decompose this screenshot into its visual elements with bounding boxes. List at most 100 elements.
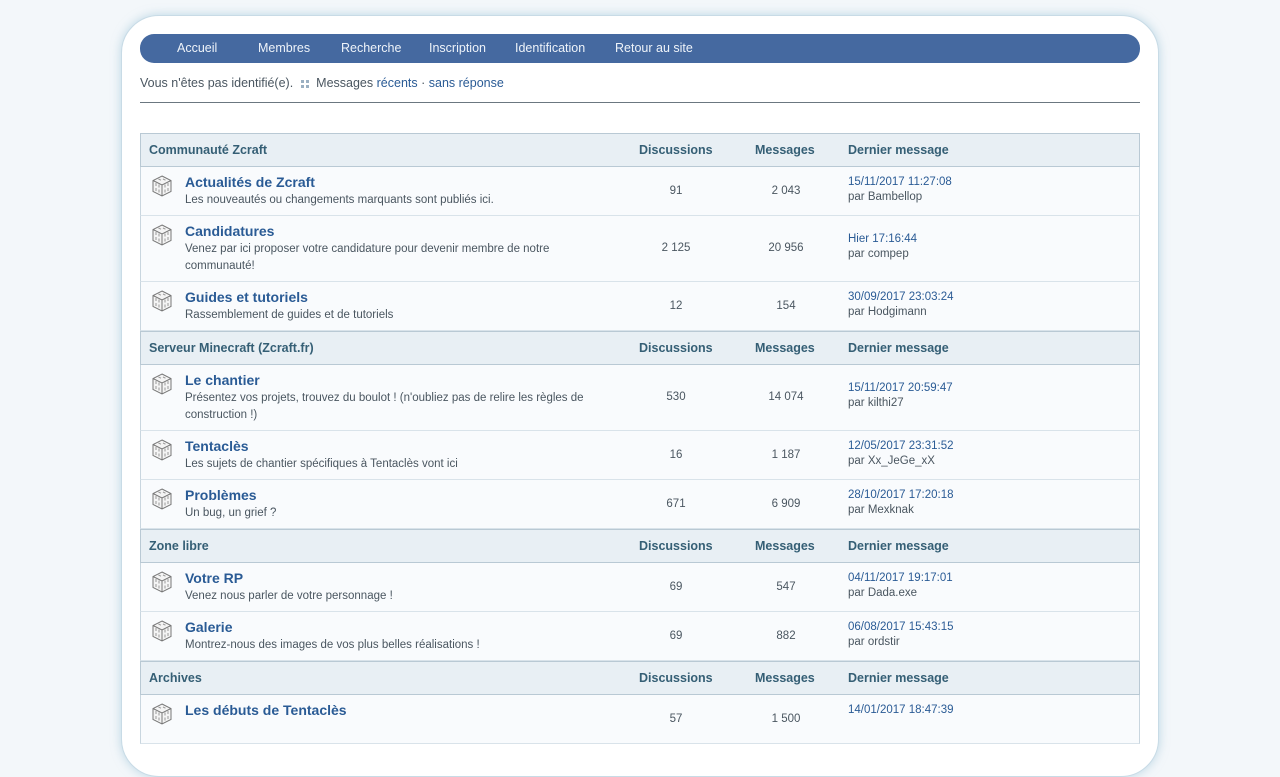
login-status-text: Vous n'êtes pas identifié(e). xyxy=(140,76,294,90)
forum-row: Tentaclès Les sujets de chantier spécifiq… xyxy=(140,431,1140,480)
last-post-author: par ordstir xyxy=(848,636,900,648)
forum-cube-icon xyxy=(150,570,174,594)
messages-count: 154 xyxy=(776,300,796,312)
column-last-post: Dernier message xyxy=(848,341,949,355)
category-title[interactable]: Archives xyxy=(149,662,202,695)
last-post-info: 04/11/2017 19:17:01 par Dada.exe xyxy=(848,571,953,601)
category-header: Zone libre Discussions Messages Dernier mes… xyxy=(140,529,1140,563)
forum-title-link[interactable]: Actualités de Zcraft xyxy=(185,174,315,190)
column-last-post: Dernier message xyxy=(848,539,949,553)
column-messages: Messages xyxy=(755,143,815,157)
category-title[interactable]: Communauté Zcraft xyxy=(149,134,267,167)
column-last-post: Dernier message xyxy=(848,143,949,157)
last-post-date-link[interactable]: 06/08/2017 15:43:15 xyxy=(848,620,954,635)
last-post-author: par Hodgimann xyxy=(848,306,927,318)
forum-title-link[interactable]: Galerie xyxy=(185,619,232,635)
last-post-info: 12/05/2017 23:31:52 par Xx_JeGe_xX xyxy=(848,439,954,469)
forum-cube-icon xyxy=(150,619,174,643)
last-post-date-link[interactable]: 14/01/2017 18:47:39 xyxy=(848,703,954,718)
forum-title-link[interactable]: Guides et tutoriels xyxy=(185,289,308,305)
nav-identification[interactable]: Identification xyxy=(515,34,585,63)
forum-description: Les sujets de chantier spécifiques à Ten… xyxy=(185,458,458,470)
messages-count: 2 043 xyxy=(771,185,801,197)
last-post-info: 30/09/2017 23:03:24 par Hodgimann xyxy=(848,290,954,320)
nav-inscription[interactable]: Inscription xyxy=(429,34,486,63)
last-post-author: par Bambellop xyxy=(848,191,923,203)
forum-cube-icon xyxy=(150,438,174,462)
nav-recherche[interactable]: Recherche xyxy=(341,34,401,63)
forum-cube-icon xyxy=(150,702,174,726)
column-last-post: Dernier message xyxy=(848,671,949,685)
category-title[interactable]: Zone libre xyxy=(149,530,209,563)
discussions-count: 671 xyxy=(666,498,686,510)
last-post-info: 15/11/2017 20:59:47 par kilthi27 xyxy=(848,381,953,411)
divider xyxy=(140,102,1140,103)
forum-title-link[interactable]: Votre RP xyxy=(185,570,243,586)
forum-cube-icon xyxy=(150,289,174,313)
forum-row: Le chantier Présentez vos projets, trouve… xyxy=(140,365,1140,431)
last-post-info: 14/01/2017 18:47:39 xyxy=(848,703,954,718)
forum-description: Un bug, un grief ? xyxy=(185,507,277,519)
forum-description: Présentez vos projets, trouvez du boulot… xyxy=(185,392,584,421)
forum-description: Les nouveautés ou changements marquants … xyxy=(185,194,494,206)
forum-title-link[interactable]: Tentaclès xyxy=(185,438,249,454)
forum-description: Venez nous parler de votre personnage ! xyxy=(185,590,393,602)
column-messages: Messages xyxy=(755,539,815,553)
messages-count: 20 956 xyxy=(768,242,804,254)
category-header: Serveur Minecraft (Zcraft.fr) Discussions… xyxy=(140,331,1140,365)
category-title[interactable]: Serveur Minecraft (Zcraft.fr) xyxy=(149,332,314,365)
forum-cube-icon xyxy=(150,174,174,198)
forum-title-link[interactable]: Les débuts de Tentaclès xyxy=(185,702,347,718)
last-post-date-link[interactable]: 30/09/2017 23:03:24 xyxy=(848,290,954,305)
discussions-count: 69 xyxy=(669,630,683,642)
last-post-date-link[interactable]: 15/11/2017 11:27:08 xyxy=(848,175,952,190)
category-header: Communauté Zcraft Discussions Messages Dern… xyxy=(140,133,1140,167)
status-separator: · xyxy=(421,76,426,90)
last-post-author: par kilthi27 xyxy=(848,397,904,409)
discussions-count: 530 xyxy=(666,391,686,403)
last-post-author: par Xx_JeGe_xX xyxy=(848,455,935,467)
last-post-date-link[interactable]: 04/11/2017 19:17:01 xyxy=(848,571,953,586)
forum-row: Galerie Montrez-nous des images de vos pl… xyxy=(140,612,1140,661)
grid-dots-icon xyxy=(300,79,310,88)
messages-count: 14 074 xyxy=(768,391,804,403)
main-navbar: Accueil Membres Recherche Inscription Id… xyxy=(140,34,1140,63)
discussions-count: 69 xyxy=(669,581,683,593)
messages-count: 1 500 xyxy=(771,713,801,725)
last-post-info: 28/10/2017 17:20:18 par Mexknak xyxy=(848,488,954,518)
messages-label: Messages xyxy=(316,76,374,90)
forum-title-link[interactable]: Candidatures xyxy=(185,223,274,239)
forum-row: Guides et tutoriels Rassemblement de guid… xyxy=(140,282,1140,331)
nav-accueil[interactable]: Accueil xyxy=(177,34,217,63)
last-post-date-link[interactable]: 15/11/2017 20:59:47 xyxy=(848,381,953,396)
user-status-bar: Vous n'êtes pas identifié(e). Messages r… xyxy=(140,75,504,91)
messages-count: 547 xyxy=(776,581,796,593)
last-post-author: par Mexknak xyxy=(848,504,914,516)
forum-row: Votre RP Venez nous parler de votre perso… xyxy=(140,563,1140,612)
forum-cube-icon xyxy=(150,487,174,511)
column-discussions: Discussions xyxy=(639,341,713,355)
forum-title-link[interactable]: Le chantier xyxy=(185,372,260,388)
nav-membres[interactable]: Membres xyxy=(258,34,310,63)
nav-retour-site[interactable]: Retour au site xyxy=(615,34,693,63)
last-post-date-link[interactable]: Hier 17:16:44 xyxy=(848,232,917,247)
recent-messages-link[interactable]: récents xyxy=(377,76,418,90)
messages-count: 1 187 xyxy=(771,449,801,461)
discussions-count: 2 125 xyxy=(661,242,691,254)
forum-cube-icon xyxy=(150,372,174,396)
last-post-author: par compep xyxy=(848,248,909,260)
forum-row: Actualités de Zcraft Les nouveautés ou ch… xyxy=(140,167,1140,216)
forum-title-link[interactable]: Problèmes xyxy=(185,487,257,503)
last-post-info: Hier 17:16:44 par compep xyxy=(848,232,917,262)
forum-cube-icon xyxy=(150,223,174,247)
last-post-info: 06/08/2017 15:43:15 par ordstir xyxy=(848,620,954,650)
messages-count: 6 909 xyxy=(771,498,801,510)
forum-description: Rassemblement de guides et de tutoriels xyxy=(185,309,394,321)
last-post-date-link[interactable]: 12/05/2017 23:31:52 xyxy=(848,439,954,454)
discussions-count: 57 xyxy=(669,713,683,725)
forum-description: Montrez-nous des images de vos plus bell… xyxy=(185,639,480,651)
last-post-date-link[interactable]: 28/10/2017 17:20:18 xyxy=(848,488,954,503)
category-header: Archives Discussions Messages Dernier messa… xyxy=(140,661,1140,695)
unanswered-messages-link[interactable]: sans réponse xyxy=(429,76,504,90)
forum-row: Candidatures Venez par ici proposer votre… xyxy=(140,216,1140,282)
